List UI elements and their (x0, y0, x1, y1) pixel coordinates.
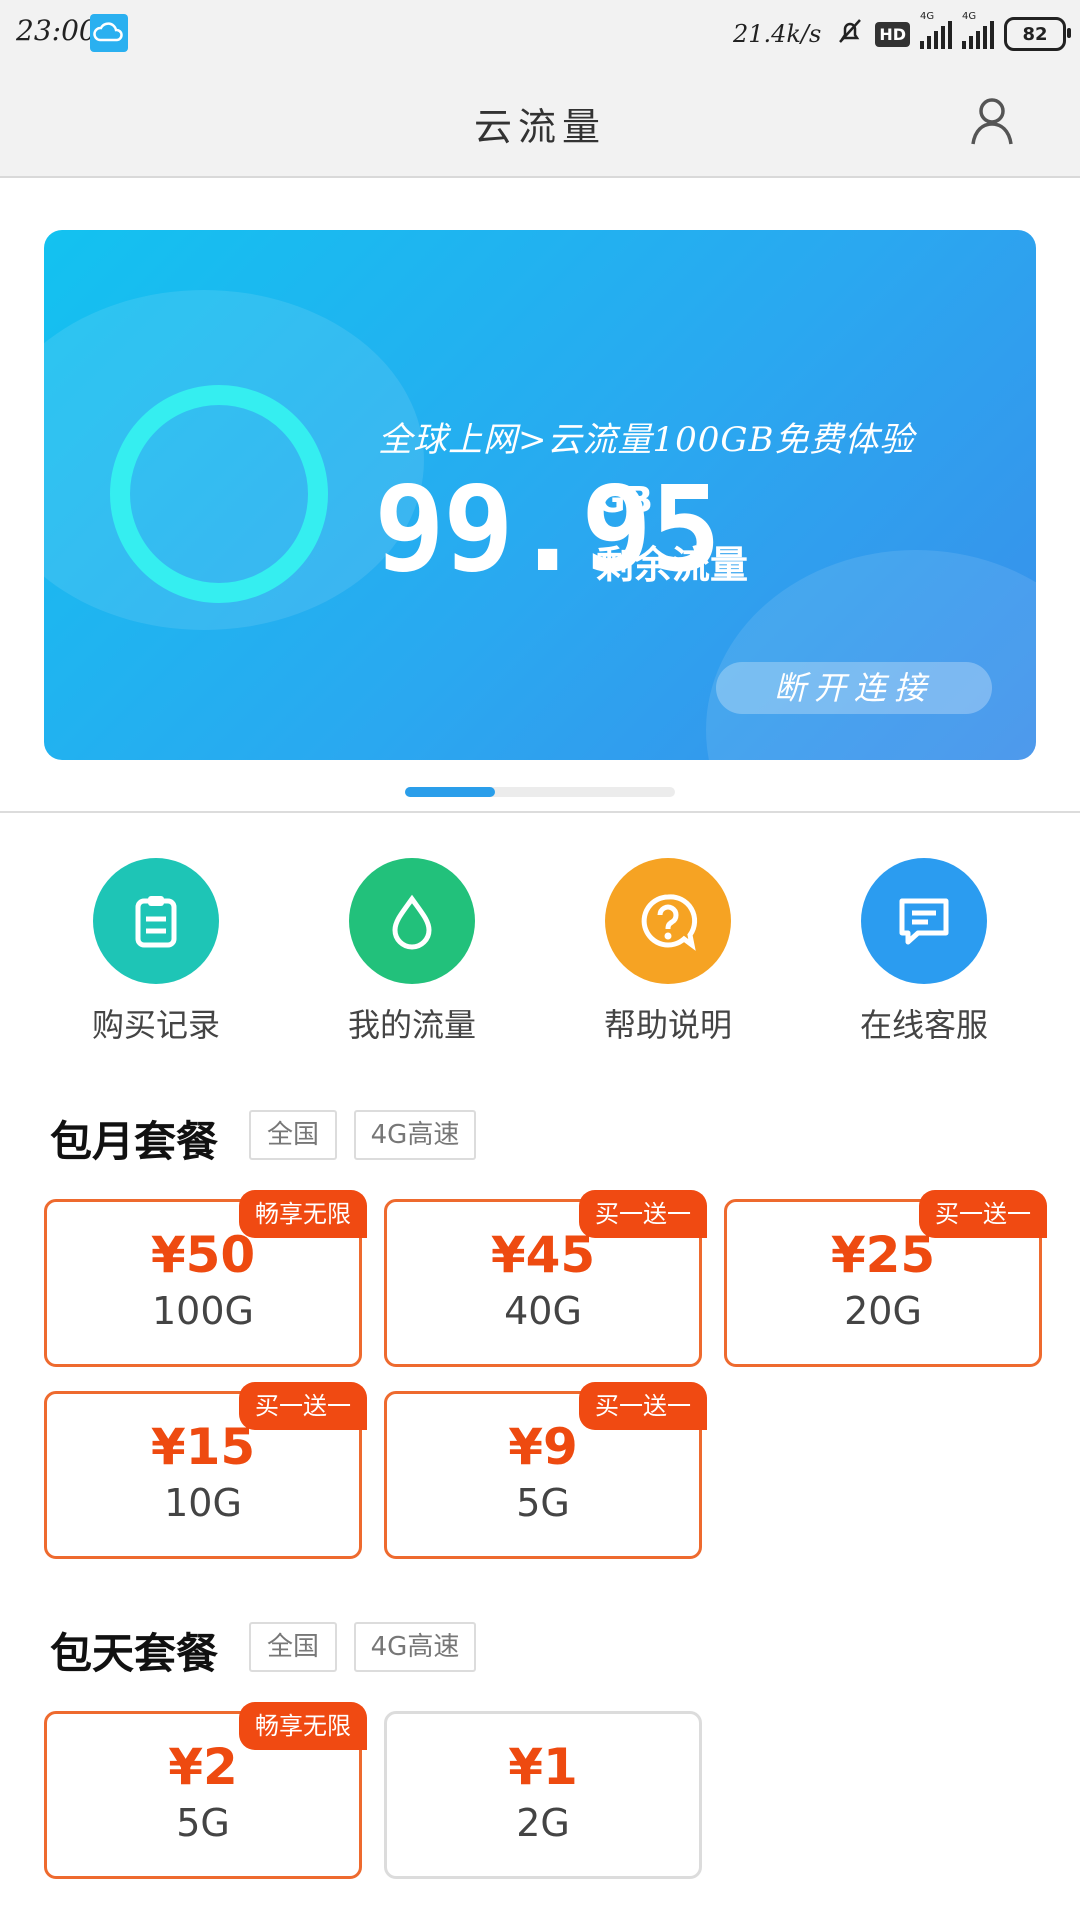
status-time: 23:00 (16, 14, 97, 47)
traffic-ring (110, 385, 328, 603)
package-size: 5G (516, 1481, 570, 1525)
status-bar: 23:00 21.4k/s HD 4G 4G 82 (0, 0, 1080, 68)
user-icon[interactable] (966, 94, 1018, 146)
package-size: 10G (164, 1481, 242, 1525)
package-size: 20G (844, 1289, 922, 1333)
droplet-icon (349, 858, 475, 984)
feature-purchase-records[interactable]: 购买记录 (56, 858, 256, 1046)
package-price: ¥2 (168, 1738, 238, 1796)
network-type-1: 4G (920, 11, 935, 22)
package-price: ¥50 (150, 1226, 256, 1284)
app-header: 云流量 (0, 68, 1080, 178)
pager-active-indicator (405, 787, 495, 797)
tag-4g-speed: 4G高速 (354, 1110, 476, 1160)
package-size: 40G (504, 1289, 582, 1333)
package-price: ¥15 (150, 1418, 256, 1476)
package-price: ¥45 (490, 1226, 596, 1284)
signal-icon-2: 4G (962, 11, 994, 49)
banner-pager (405, 787, 675, 797)
feature-online-service[interactable]: 在线客服 (824, 858, 1024, 1046)
tag-nationwide: 全国 (249, 1622, 337, 1672)
package-card[interactable]: 买一送一 ¥25 20G (724, 1190, 1047, 1367)
feature-label: 帮助说明 (603, 1006, 732, 1044)
cloud-app-icon (90, 14, 128, 52)
package-card[interactable]: ¥1 2G (384, 1711, 702, 1879)
package-price: ¥25 (830, 1226, 936, 1284)
battery-level: 82 (1022, 23, 1048, 45)
package-card[interactable]: 畅享无限 ¥2 5G (44, 1702, 367, 1879)
package-size: 5G (176, 1801, 230, 1845)
package-card[interactable]: 买一送一 ¥45 40G (384, 1190, 707, 1367)
banner-decoration (706, 550, 1036, 760)
battery-icon: 82 (1004, 17, 1071, 51)
remaining-traffic-unit: GB (596, 480, 653, 521)
feature-label: 购买记录 (91, 1006, 220, 1044)
divider (0, 811, 1080, 813)
feature-grid: 购买记录 我的流量 帮助说明 在线客服 (0, 858, 1080, 1048)
mute-bell-icon (835, 16, 865, 52)
package-card[interactable]: 畅享无限 ¥50 100G (44, 1190, 367, 1367)
signal-icon-1: 4G (920, 11, 952, 49)
package-price: ¥1 (508, 1738, 578, 1796)
page-title: 云流量 (473, 105, 606, 149)
feature-help[interactable]: 帮助说明 (568, 858, 768, 1046)
remaining-traffic-label: 剩余流量 (596, 543, 749, 587)
tag-4g-speed: 4G高速 (354, 1622, 476, 1672)
package-card[interactable]: 买一送一 ¥9 5G (384, 1382, 707, 1559)
banner-subtitle[interactable]: 全球上网>云流量100GB免费体验 (378, 412, 915, 461)
package-price: ¥9 (508, 1418, 578, 1476)
feature-label: 在线客服 (859, 1006, 988, 1044)
question-icon (605, 858, 731, 984)
package-size: 100G (152, 1289, 254, 1333)
disconnect-button[interactable]: 断开连接 (716, 662, 992, 714)
traffic-banner[interactable]: 全球上网>云流量100GB免费体验 99.95 GB 剩余流量 断开连接 (44, 230, 1036, 760)
package-card[interactable]: 买一送一 ¥15 10G (44, 1382, 367, 1559)
tag-nationwide: 全国 (249, 1110, 337, 1160)
feature-label: 我的流量 (347, 1006, 476, 1044)
clipboard-icon (93, 858, 219, 984)
hd-badge: HD (875, 21, 910, 47)
network-type-2: 4G (962, 11, 977, 22)
package-size: 2G (516, 1801, 570, 1845)
daily-section-title: 包天套餐 (50, 1629, 219, 1678)
feature-my-traffic[interactable]: 我的流量 (312, 858, 512, 1046)
monthly-section-title: 包月套餐 (50, 1117, 219, 1166)
chat-icon (861, 858, 987, 984)
network-speed: 21.4k/s (732, 20, 822, 48)
